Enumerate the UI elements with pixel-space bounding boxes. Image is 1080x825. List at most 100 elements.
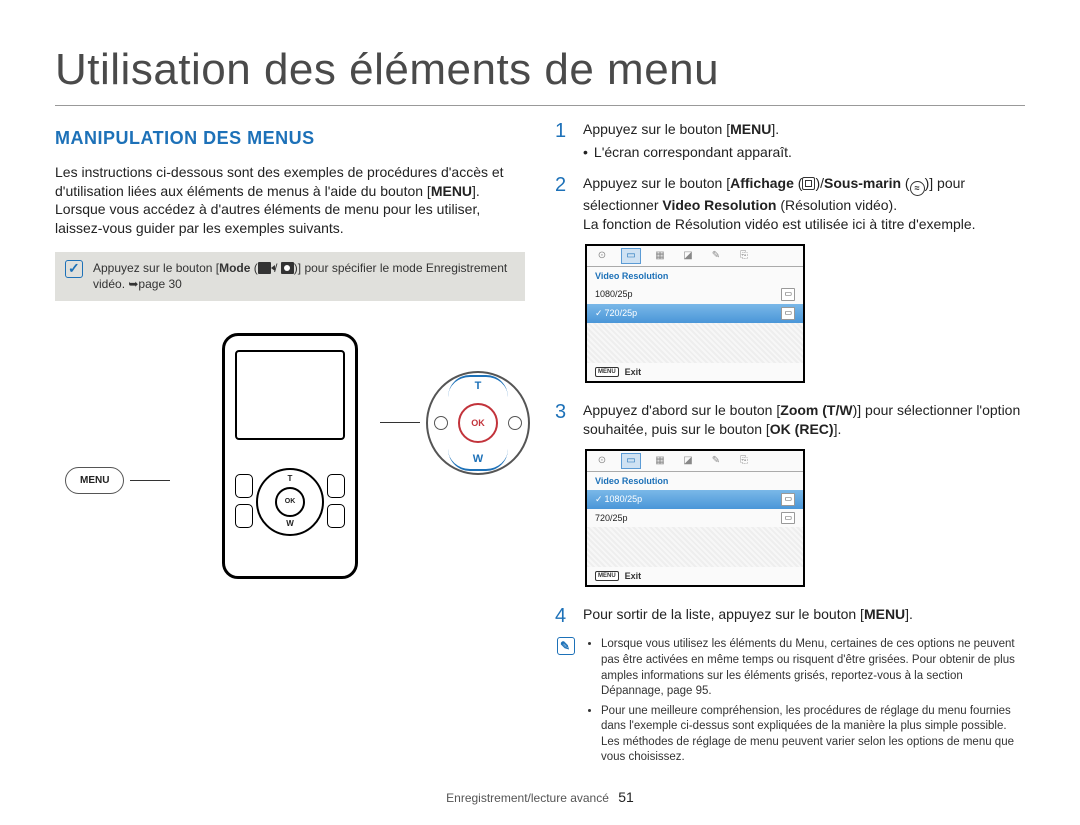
mode-note-e: page 30: [138, 277, 181, 291]
dpad-callout: T OK W: [380, 371, 530, 475]
device-dpad: T OK W: [256, 468, 324, 536]
lcd-option-720-selected: 720/25p ▭: [587, 304, 803, 323]
lcd-tab-active-icon: ▭: [621, 248, 641, 264]
step2-text-a: Appuyez sur le bouton [: [583, 175, 730, 191]
film-icon: ▭: [781, 512, 795, 525]
underwater-icon: ≈: [910, 181, 925, 196]
step-2: 2 Appuyez sur le bouton [Affichage ()/So…: [555, 174, 1025, 234]
step2-sousmarin-bold: Sous-marin: [824, 175, 901, 191]
check-icon: [65, 260, 83, 278]
device-illustration: MENU T OK W: [55, 321, 525, 591]
step2-line2: La fonction de Résolution vidéo est util…: [583, 216, 976, 232]
bottom-note-2: Pour une meilleure compréhension, les pr…: [601, 704, 1025, 766]
lcd-menu-title: Video Resolution: [587, 267, 803, 285]
step3-text-a: Appuyez d'abord sur le bouton [: [583, 402, 780, 418]
lcd-tab-active-icon: ▭: [621, 453, 641, 469]
lcd-tab-icon: ⎘: [735, 454, 753, 468]
step-1: 1 Appuyez sur le bouton [MENU]. L'écran …: [555, 120, 1025, 164]
lcd-option-1080: 1080/25p ▭: [587, 285, 803, 304]
step2-vr-bold: Video Resolution: [662, 197, 776, 213]
film-icon: ▭: [781, 307, 795, 320]
device-outline: T OK W: [222, 333, 358, 579]
page-title: Utilisation des éléments de menu: [55, 40, 1025, 106]
step3-zoom-bold: Zoom: [780, 402, 818, 418]
step-number: 2: [555, 174, 573, 234]
mode-note-text: Appuyez sur le bouton [Mode ( / )] pour …: [93, 260, 515, 292]
lcd-exit-label: Exit: [625, 570, 642, 582]
lcd-spacer: [587, 323, 803, 363]
dpad-t-label: T: [288, 474, 293, 485]
bottom-note-box: Lorsque vous utilisez les éléments du Me…: [555, 637, 1025, 769]
menu-callout: MENU: [65, 467, 170, 495]
step-3: 3 Appuyez d'abord sur le bouton [Zoom (T…: [555, 401, 1025, 439]
dpad-enlarged: T OK W: [426, 371, 530, 475]
lcd-footer: MENU Exit: [587, 363, 803, 381]
lcd-opt-label: 1080/25p: [595, 288, 633, 300]
dpad-side-left-icon: [434, 416, 448, 430]
dpad-w-label: W: [286, 519, 294, 530]
lcd-opt-label: 1080/25p: [605, 494, 643, 504]
step-4: 4 Pour sortir de la liste, appuyez sur l…: [555, 605, 1025, 627]
dpad-big-t: T: [475, 379, 482, 394]
film-icon: ▭: [781, 288, 795, 301]
lcd-menu-title: Video Resolution: [587, 472, 803, 490]
step2-mid2: (: [901, 175, 910, 191]
section-heading: MANIPULATION DES MENUS: [55, 126, 525, 150]
check-small-icon: [595, 308, 605, 318]
lcd-tab-icon: ⊙: [593, 249, 611, 263]
lcd-exit-label: Exit: [625, 366, 642, 378]
mode-note-mode: Mode: [219, 261, 250, 275]
step2-mid: (: [794, 175, 803, 191]
dpad-big-w: W: [473, 452, 483, 467]
step1-menu-bold: MENU: [730, 121, 771, 137]
page-footer: Enregistrement/lecture avancé 51: [0, 788, 1080, 807]
lcd-tab-icon: ◪: [679, 249, 697, 263]
intro-menu-bold: MENU: [431, 183, 472, 199]
footer-page-number: 51: [618, 789, 634, 805]
lcd-tab-icon: ⊙: [593, 454, 611, 468]
mode-note-a: Appuyez sur le bouton [: [93, 261, 219, 275]
device-side-button: [235, 504, 253, 528]
lcd-opt-label: 720/25p: [595, 512, 628, 524]
lcd-spacer: [587, 527, 803, 567]
page-ref-arrow: ➥: [128, 277, 138, 291]
lcd-tab-icon: ✎: [707, 454, 725, 468]
lcd-tab-icon: ▦: [651, 249, 669, 263]
intro-text: Les instructions ci-dessous sont des exe…: [55, 163, 525, 239]
lcd-option-720: 720/25p ▭: [587, 509, 803, 528]
step-number: 4: [555, 605, 573, 627]
leader-line: [380, 422, 420, 423]
step1-sub: L'écran correspondant apparaît.: [583, 143, 1025, 162]
leader-line: [130, 480, 170, 481]
device-side-button: [235, 474, 253, 498]
lcd-tabbar: ⊙ ▭ ▦ ◪ ✎ ⎘: [587, 246, 803, 267]
pencil-note-icon: [557, 637, 575, 655]
lcd-tab-icon: ▦: [651, 454, 669, 468]
mode-note-c: (: [250, 261, 257, 275]
step2-close2: (Résolution vidéo).: [776, 197, 897, 213]
step3-tw-bold: (T/W: [818, 402, 852, 418]
dpad-big-ok: OK: [458, 403, 498, 443]
lcd-footer: MENU Exit: [587, 567, 803, 585]
lcd-tab-icon: ⎘: [735, 249, 753, 263]
mode-note-box: Appuyez sur le bouton [Mode ( / )] pour …: [55, 252, 525, 300]
lcd-tab-icon: ✎: [707, 249, 725, 263]
lcd-tabbar: ⊙ ▭ ▦ ◪ ✎ ⎘: [587, 451, 803, 472]
step2-affichage-bold: Affichage: [730, 175, 794, 191]
lcd-option-1080-selected: 1080/25p ▭: [587, 490, 803, 509]
step1-text-b: ].: [771, 121, 779, 137]
menu-small-icon: MENU: [595, 367, 619, 377]
step4-text-a: Pour sortir de la liste, appuyez sur le …: [583, 606, 864, 622]
check-small-icon: [595, 494, 605, 504]
lcd-tab-icon: ◪: [679, 454, 697, 468]
film-icon: ▭: [781, 493, 795, 506]
step3-ok-bold: OK (REC): [770, 421, 834, 437]
device-side-button: [327, 504, 345, 528]
step-number: 3: [555, 401, 573, 439]
lcd-screenshot-1: ⊙ ▭ ▦ ◪ ✎ ⎘ Video Resolution 1080/25p ▭ …: [585, 244, 805, 383]
display-icon: [802, 177, 815, 190]
photo-mode-icon: [281, 262, 294, 274]
step4-text-b: ].: [905, 606, 913, 622]
lcd-screenshot-2: ⊙ ▭ ▦ ◪ ✎ ⎘ Video Resolution 1080/25p ▭ …: [585, 449, 805, 588]
footer-section: Enregistrement/lecture avancé: [446, 791, 609, 805]
